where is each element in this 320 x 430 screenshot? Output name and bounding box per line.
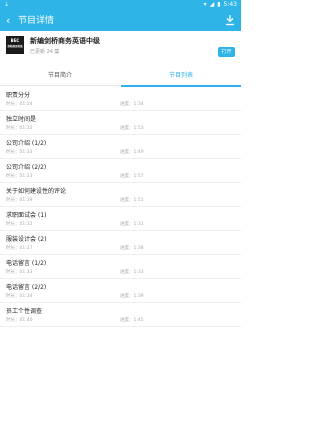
app-bar: ‹ 节目详情 bbox=[0, 11, 241, 31]
episode-title: 公司介绍 (2/2) bbox=[6, 164, 47, 171]
episode-title: 员工个性调查 bbox=[6, 308, 43, 315]
episode-duration: 时长：01:27 bbox=[6, 246, 33, 251]
list-item[interactable]: 服装设计会 (2) 时长：01:27 进度：1:38 bbox=[0, 231, 241, 255]
open-button[interactable]: 打开 bbox=[218, 47, 235, 57]
episode-progress: 进度：1:49 bbox=[120, 150, 144, 155]
episode-duration: 时长：01:24 bbox=[6, 102, 33, 107]
list-item[interactable]: 电话留言 (2/2) 时长：01:34 进度：1:39 bbox=[0, 279, 241, 303]
status-bar: ⇣ ▾ ◢ ▮ 5:43 bbox=[0, 0, 241, 11]
episode-title: 服装设计会 (2) bbox=[6, 236, 47, 243]
episode-title: 电话留言 (1/2) bbox=[6, 260, 47, 267]
course-name: 新编剑桥商务英语中级 bbox=[30, 37, 100, 45]
list-item[interactable]: 公司介绍 (1/2) 时长：01:33 进度：1:49 bbox=[0, 135, 241, 159]
tab-intro[interactable]: 节目简介 bbox=[0, 69, 120, 86]
list-item[interactable]: 电话留言 (1/2) 时长：01:33 进度：1:33 bbox=[0, 255, 241, 279]
course-logo: BEC 剑桥商务英语 bbox=[6, 36, 24, 54]
episode-duration: 时长：01:39 bbox=[6, 198, 33, 203]
episode-duration: 时长：01:32 bbox=[6, 126, 33, 131]
episode-list: 职责分分 时长：01:24 进度：1:34 独立时间是 时长：01:32 进度：… bbox=[0, 87, 241, 327]
episode-progress: 进度：1:53 bbox=[120, 126, 144, 131]
list-item[interactable]: 公司介绍 (2/2) 时长：01:23 进度：1:57 bbox=[0, 159, 241, 183]
episode-title: 独立时间是 bbox=[6, 116, 37, 123]
course-logo-text: BEC bbox=[10, 38, 20, 43]
tab-bar: 节目简介 节目列表 bbox=[0, 69, 241, 87]
battery-icon: ▮ bbox=[217, 1, 221, 8]
signal-icon: ◢ bbox=[209, 1, 215, 8]
download-icon[interactable] bbox=[225, 15, 235, 26]
episode-title: 公司介绍 (1/2) bbox=[6, 140, 47, 147]
episode-progress: 进度：1:38 bbox=[120, 246, 144, 251]
course-status: 已更新 24 集 bbox=[30, 49, 60, 55]
episode-duration: 时长：01:33 bbox=[6, 150, 33, 155]
episode-duration: 时长：01:23 bbox=[6, 174, 33, 179]
episode-title: 电话留言 (2/2) bbox=[6, 284, 47, 291]
list-item[interactable]: 关于如何建设性的评论 时长：01:39 进度：1:51 bbox=[0, 183, 241, 207]
episode-progress: 进度：1:31 bbox=[120, 222, 144, 227]
tab-episode-list[interactable]: 节目列表 bbox=[121, 69, 241, 87]
episode-title: 职责分分 bbox=[6, 92, 31, 99]
episode-duration: 时长：01:32 bbox=[6, 222, 33, 227]
back-icon[interactable]: ‹ bbox=[6, 14, 10, 27]
episode-progress: 进度：1:51 bbox=[120, 198, 144, 203]
episode-progress: 进度：1:34 bbox=[120, 102, 144, 107]
download-arrow-icon: ⇣ bbox=[4, 1, 10, 8]
list-item[interactable]: 职责分分 时长：01:24 进度：1:34 bbox=[0, 87, 241, 111]
episode-progress: 进度：1:39 bbox=[120, 294, 144, 299]
course-logo-subtext: 剑桥商务英语 bbox=[7, 45, 23, 48]
episode-duration: 时长：01:40 bbox=[6, 318, 33, 323]
course-header: BEC 剑桥商务英语 新编剑桥商务英语中级 已更新 24 集 打开 bbox=[0, 31, 241, 65]
episode-progress: 进度：1:45 bbox=[120, 318, 144, 323]
episode-progress: 进度：1:33 bbox=[120, 270, 144, 275]
episode-duration: 时长：01:33 bbox=[6, 270, 33, 275]
episode-progress: 进度：1:57 bbox=[120, 174, 144, 179]
status-time: 5:43 bbox=[223, 1, 237, 8]
episode-title: 关于如何建设性的评论 bbox=[6, 188, 67, 195]
episode-title: 求职面试会 (1) bbox=[6, 212, 47, 219]
episode-duration: 时长：01:34 bbox=[6, 294, 33, 299]
page-title: 节目详情 bbox=[18, 16, 55, 26]
wifi-icon: ▾ bbox=[203, 1, 207, 8]
list-item[interactable]: 求职面试会 (1) 时长：01:32 进度：1:31 bbox=[0, 207, 241, 231]
list-item[interactable]: 员工个性调查 时长：01:40 进度：1:45 bbox=[0, 303, 241, 327]
list-item[interactable]: 独立时间是 时长：01:32 进度：1:53 bbox=[0, 111, 241, 135]
